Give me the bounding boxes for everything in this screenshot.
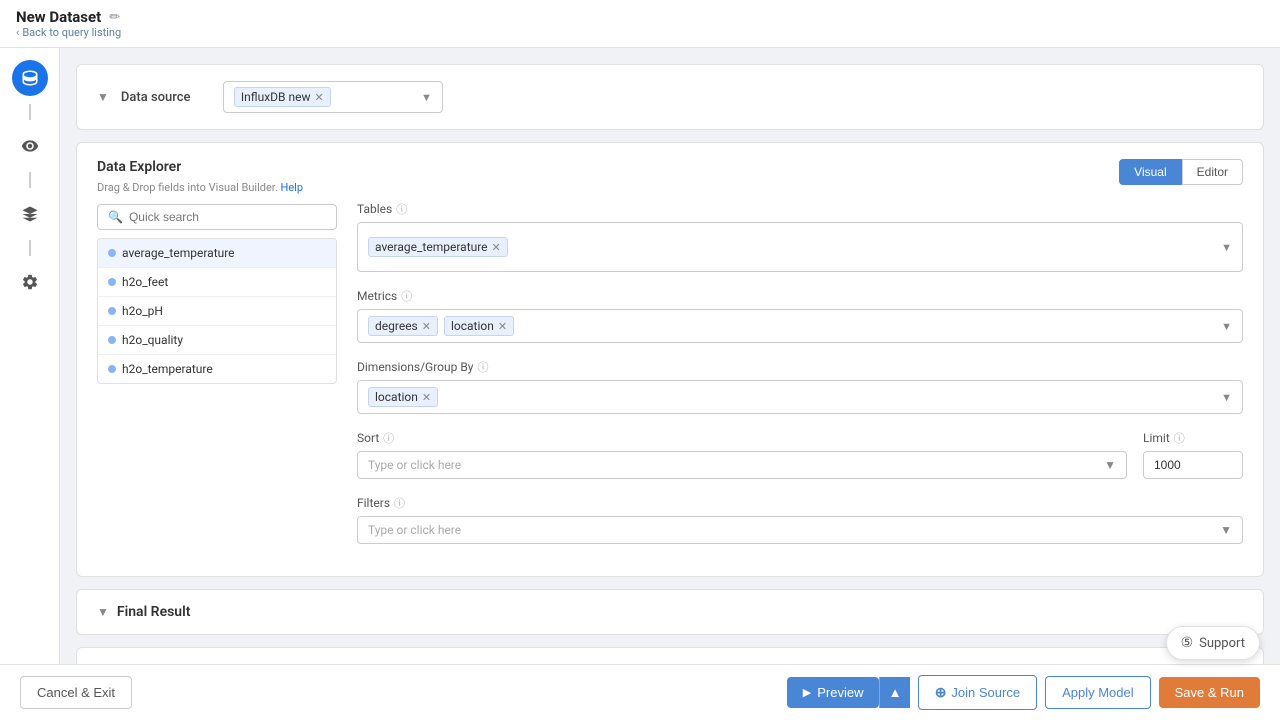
sidebar-icon-eye[interactable] xyxy=(12,128,48,164)
filters-label: Filters xyxy=(357,496,390,510)
tables-label: Tables xyxy=(357,202,392,216)
remove-datasource-icon[interactable]: ✕ xyxy=(315,91,324,104)
sort-field: Sort ⓘ Type or click here ▼ xyxy=(357,430,1127,479)
preview-button[interactable]: ▶ Preview xyxy=(787,677,880,708)
filters-row: Filters ⓘ Type or click here ▼ xyxy=(357,495,1243,544)
limit-input[interactable] xyxy=(1143,451,1243,479)
tables-dropdown-arrow: ▼ xyxy=(1221,241,1232,254)
remove-degrees-icon[interactable]: ✕ xyxy=(422,320,431,333)
help-link[interactable]: Help xyxy=(280,181,303,194)
join-source-button[interactable]: ⊕ Join Source xyxy=(918,675,1037,710)
sort-select[interactable]: Type or click here ▼ xyxy=(357,451,1127,479)
data-explorer-title: Data Explorer xyxy=(97,159,337,175)
table-dot-icon xyxy=(108,365,116,373)
sidebar-icon-layers[interactable] xyxy=(12,196,48,232)
filters-dropdown-arrow: ▼ xyxy=(1220,523,1232,537)
final-result-chevron-icon[interactable]: ▼ xyxy=(97,605,109,619)
metrics-select[interactable]: degrees ✕ location ✕ ▼ xyxy=(357,309,1243,343)
dimensions-label: Dimensions/Group By xyxy=(357,360,473,374)
metrics-row: Metrics ⓘ degrees ✕ location ✕ xyxy=(357,288,1243,343)
edit-icon[interactable]: ✏ xyxy=(109,10,120,25)
sort-help-icon: ⓘ xyxy=(383,430,394,446)
plus-icon: ⊕ xyxy=(935,684,947,701)
search-icon: 🔍 xyxy=(108,210,123,224)
dimensions-help-icon: ⓘ xyxy=(477,359,488,375)
visual-view-button[interactable]: Visual xyxy=(1119,159,1181,185)
support-button[interactable]: ⑤ Support xyxy=(1166,626,1260,660)
datasource-dropdown-arrow: ▼ xyxy=(421,91,432,104)
support-icon: ⑤ xyxy=(1181,635,1194,651)
remove-table-icon[interactable]: ✕ xyxy=(492,241,501,254)
dimensions-tag-location: location ✕ xyxy=(368,387,438,407)
table-list: average_temperature h2o_feet h2o_pH xyxy=(97,238,337,384)
table-dot-icon xyxy=(108,278,116,286)
remove-location-metric-icon[interactable]: ✕ xyxy=(498,320,507,333)
filters-placeholder: Type or click here xyxy=(368,523,461,537)
table-item-average-temperature[interactable]: average_temperature xyxy=(98,239,336,268)
chevron-down-icon: ▼ xyxy=(97,90,109,104)
remove-location-dim-icon[interactable]: ✕ xyxy=(422,391,431,404)
metrics-tag-location: location ✕ xyxy=(444,316,514,336)
data-strategy-section: ▼ Data Strategy xyxy=(76,647,1264,664)
sort-limit-row: Sort ⓘ Type or click here ▼ Limit xyxy=(357,430,1243,479)
search-box[interactable]: 🔍 xyxy=(97,204,337,230)
tables-help-icon: ⓘ xyxy=(396,201,407,217)
sort-placeholder: Type or click here xyxy=(368,458,461,472)
table-dot-icon xyxy=(108,249,116,257)
metrics-label: Metrics xyxy=(357,289,397,303)
data-source-select[interactable]: InfluxDB new ✕ ▼ xyxy=(223,81,443,113)
sidebar-icon-database[interactable] xyxy=(12,60,48,96)
drag-hint-text: Drag & Drop fields into Visual Builder. xyxy=(97,181,278,194)
table-item-h2o-temperature[interactable]: h2o_temperature xyxy=(98,355,336,383)
dimensions-dropdown-arrow: ▼ xyxy=(1221,391,1232,404)
search-input[interactable] xyxy=(129,210,326,224)
filters-select[interactable]: Type or click here ▼ xyxy=(357,516,1243,544)
editor-view-button[interactable]: Editor xyxy=(1182,159,1243,185)
back-link[interactable]: Back to query listing xyxy=(22,26,121,39)
dimensions-select[interactable]: location ✕ ▼ xyxy=(357,380,1243,414)
table-item-h2o-feet[interactable]: h2o_feet xyxy=(98,268,336,297)
limit-label: Limit xyxy=(1143,431,1170,445)
tables-row: Tables ⓘ average_temperature ✕ ▼ xyxy=(357,201,1243,272)
metrics-dropdown-arrow: ▼ xyxy=(1221,320,1232,333)
table-item-h2o-ph[interactable]: h2o_pH xyxy=(98,297,336,326)
dimensions-row: Dimensions/Group By ⓘ location ✕ ▼ xyxy=(357,359,1243,414)
metrics-tag-degrees: degrees ✕ xyxy=(368,316,438,336)
final-result-section: ▼ Final Result xyxy=(76,589,1264,635)
table-dot-icon xyxy=(108,307,116,315)
save-run-button[interactable]: Save & Run xyxy=(1159,677,1260,708)
table-item-h2o-quality[interactable]: h2o_quality xyxy=(98,326,336,355)
limit-help-icon: ⓘ xyxy=(1174,430,1185,446)
metrics-help-icon: ⓘ xyxy=(401,288,412,304)
sort-label: Sort xyxy=(357,431,379,445)
table-dot-icon xyxy=(108,336,116,344)
page-title: New Dataset xyxy=(16,8,101,26)
final-result-label: Final Result xyxy=(117,604,191,620)
preview-button-group: ▶ Preview ▲ xyxy=(787,677,910,708)
sort-dropdown-arrow: ▼ xyxy=(1104,458,1116,472)
cancel-exit-button[interactable]: Cancel & Exit xyxy=(20,676,132,709)
tables-select[interactable]: average_temperature ✕ ▼ xyxy=(357,222,1243,272)
bottom-toolbar: Cancel & Exit ▶ Preview ▲ ⊕ Join Source … xyxy=(0,664,1280,720)
data-source-label: Data source xyxy=(121,90,211,105)
apply-model-button[interactable]: Apply Model xyxy=(1045,676,1151,709)
play-icon: ▶ xyxy=(803,686,811,699)
back-arrow-icon: ‹ xyxy=(16,26,19,39)
filters-help-icon: ⓘ xyxy=(394,495,405,511)
preview-toggle-button[interactable]: ▲ xyxy=(879,677,909,708)
tables-tag-average-temperature: average_temperature ✕ xyxy=(368,237,508,257)
sidebar-icon-gear[interactable] xyxy=(12,264,48,300)
limit-field: Limit ⓘ xyxy=(1143,430,1243,479)
